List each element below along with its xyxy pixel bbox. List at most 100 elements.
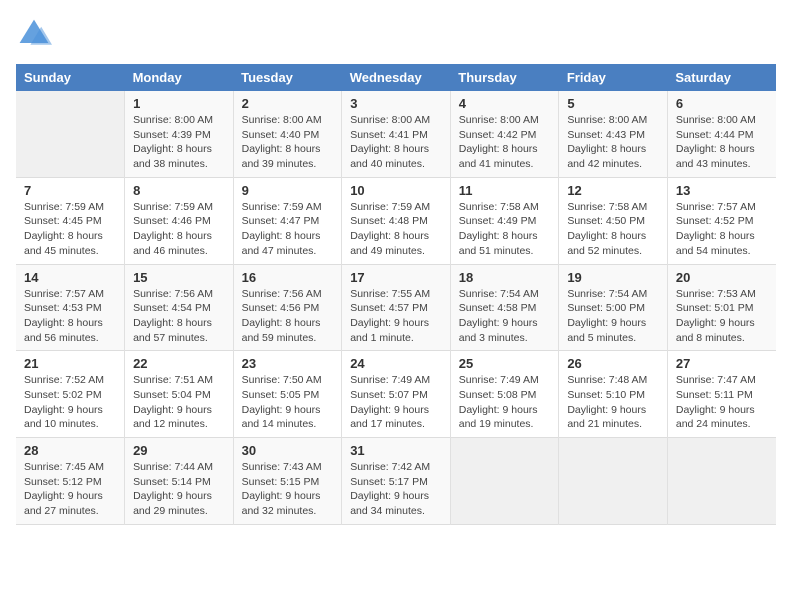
calendar-cell xyxy=(16,91,125,177)
calendar-cell: 27Sunrise: 7:47 AM Sunset: 5:11 PM Dayli… xyxy=(667,351,776,438)
weekday-header: Saturday xyxy=(667,64,776,91)
day-info: Sunrise: 7:44 AM Sunset: 5:14 PM Dayligh… xyxy=(133,460,225,519)
calendar-week-row: 1Sunrise: 8:00 AM Sunset: 4:39 PM Daylig… xyxy=(16,91,776,177)
calendar-cell: 21 Sunrise: 7:52 AM Sunset: 5:02 PM Dayli… xyxy=(16,351,125,438)
day-info: Sunrise: 8:00 AM Sunset: 4:41 PM Dayligh… xyxy=(350,113,442,172)
day-number: 12 xyxy=(567,183,659,198)
day-number: 8 xyxy=(133,183,225,198)
calendar-week-row: 21 Sunrise: 7:52 AM Sunset: 5:02 PM Dayli… xyxy=(16,351,776,438)
calendar-cell: 26 Sunrise: 7:48 AM Sunset: 5:10 PM Dayli… xyxy=(559,351,668,438)
calendar-cell: 12 Sunrise: 7:58 AM Sunset: 4:50 PM Dayli… xyxy=(559,177,668,264)
calendar-cell xyxy=(667,438,776,525)
day-info: Sunrise: 7:49 AM Sunset: 5:07 PM Dayligh… xyxy=(350,373,442,432)
day-info: Sunrise: 7:43 AM Sunset: 5:15 PM Dayligh… xyxy=(242,460,334,519)
calendar-cell: 5 Sunrise: 8:00 AM Sunset: 4:43 PM Daylig… xyxy=(559,91,668,177)
calendar-cell: 1Sunrise: 8:00 AM Sunset: 4:39 PM Daylig… xyxy=(125,91,234,177)
day-number: 1 xyxy=(133,96,225,111)
day-info: Sunrise: 7:54 AM Sunset: 4:58 PM Dayligh… xyxy=(459,287,551,346)
day-number: 3 xyxy=(350,96,442,111)
day-info: Sunrise: 7:56 AM Sunset: 4:56 PM Dayligh… xyxy=(242,287,334,346)
calendar-cell: 3 Sunrise: 8:00 AM Sunset: 4:41 PM Daylig… xyxy=(342,91,451,177)
calendar-cell: 28Sunrise: 7:45 AM Sunset: 5:12 PM Dayli… xyxy=(16,438,125,525)
calendar-cell: 20 Sunrise: 7:53 AM Sunset: 5:01 PM Dayli… xyxy=(667,264,776,351)
day-number: 27 xyxy=(676,356,768,371)
day-info: Sunrise: 8:00 AM Sunset: 4:40 PM Dayligh… xyxy=(242,113,334,172)
day-number: 14 xyxy=(24,270,116,285)
calendar-cell: 9 Sunrise: 7:59 AM Sunset: 4:47 PM Daylig… xyxy=(233,177,342,264)
calendar-cell: 31 Sunrise: 7:42 AM Sunset: 5:17 PM Dayli… xyxy=(342,438,451,525)
day-info: Sunrise: 7:56 AM Sunset: 4:54 PM Dayligh… xyxy=(133,287,225,346)
weekday-header: Monday xyxy=(125,64,234,91)
calendar-table: SundayMondayTuesdayWednesdayThursdayFrid… xyxy=(16,64,776,525)
page-header xyxy=(16,16,776,52)
day-number: 30 xyxy=(242,443,334,458)
day-number: 15 xyxy=(133,270,225,285)
weekday-header: Friday xyxy=(559,64,668,91)
day-info: Sunrise: 7:50 AM Sunset: 5:05 PM Dayligh… xyxy=(242,373,334,432)
calendar-cell xyxy=(559,438,668,525)
weekday-header-row: SundayMondayTuesdayWednesdayThursdayFrid… xyxy=(16,64,776,91)
calendar-cell: 10 Sunrise: 7:59 AM Sunset: 4:48 PM Dayli… xyxy=(342,177,451,264)
day-info: Sunrise: 8:00 AM Sunset: 4:43 PM Dayligh… xyxy=(567,113,659,172)
day-number: 5 xyxy=(567,96,659,111)
day-info: Sunrise: 8:00 AM Sunset: 4:42 PM Dayligh… xyxy=(459,113,551,172)
day-number: 25 xyxy=(459,356,551,371)
day-info: Sunrise: 7:42 AM Sunset: 5:17 PM Dayligh… xyxy=(350,460,442,519)
day-info: Sunrise: 7:51 AM Sunset: 5:04 PM Dayligh… xyxy=(133,373,225,432)
calendar-cell: 25 Sunrise: 7:49 AM Sunset: 5:08 PM Dayli… xyxy=(450,351,559,438)
calendar-cell: 23 Sunrise: 7:50 AM Sunset: 5:05 PM Dayli… xyxy=(233,351,342,438)
day-number: 10 xyxy=(350,183,442,198)
day-info: Sunrise: 7:53 AM Sunset: 5:01 PM Dayligh… xyxy=(676,287,768,346)
day-number: 6 xyxy=(676,96,768,111)
day-number: 31 xyxy=(350,443,442,458)
calendar-cell: 17Sunrise: 7:55 AM Sunset: 4:57 PM Dayli… xyxy=(342,264,451,351)
calendar-cell: 19Sunrise: 7:54 AM Sunset: 5:00 PM Dayli… xyxy=(559,264,668,351)
calendar-week-row: 7Sunrise: 7:59 AM Sunset: 4:45 PM Daylig… xyxy=(16,177,776,264)
calendar-cell: 8 Sunrise: 7:59 AM Sunset: 4:46 PM Daylig… xyxy=(125,177,234,264)
logo xyxy=(16,16,56,52)
day-number: 11 xyxy=(459,183,551,198)
calendar-cell: 6 Sunrise: 8:00 AM Sunset: 4:44 PM Daylig… xyxy=(667,91,776,177)
day-info: Sunrise: 7:58 AM Sunset: 4:49 PM Dayligh… xyxy=(459,200,551,259)
day-info: Sunrise: 7:58 AM Sunset: 4:50 PM Dayligh… xyxy=(567,200,659,259)
weekday-header: Tuesday xyxy=(233,64,342,91)
calendar-cell: 18 Sunrise: 7:54 AM Sunset: 4:58 PM Dayli… xyxy=(450,264,559,351)
day-info: Sunrise: 7:59 AM Sunset: 4:46 PM Dayligh… xyxy=(133,200,225,259)
day-number: 23 xyxy=(242,356,334,371)
calendar-week-row: 14 Sunrise: 7:57 AM Sunset: 4:53 PM Dayli… xyxy=(16,264,776,351)
day-info: Sunrise: 8:00 AM Sunset: 4:44 PM Dayligh… xyxy=(676,113,768,172)
day-info: Sunrise: 7:59 AM Sunset: 4:45 PM Dayligh… xyxy=(24,200,116,259)
day-info: Sunrise: 7:49 AM Sunset: 5:08 PM Dayligh… xyxy=(459,373,551,432)
day-number: 26 xyxy=(567,356,659,371)
day-info: Sunrise: 7:48 AM Sunset: 5:10 PM Dayligh… xyxy=(567,373,659,432)
day-number: 18 xyxy=(459,270,551,285)
day-number: 16 xyxy=(242,270,334,285)
calendar-cell: 13 Sunrise: 7:57 AM Sunset: 4:52 PM Dayli… xyxy=(667,177,776,264)
day-number: 29 xyxy=(133,443,225,458)
day-info: Sunrise: 7:59 AM Sunset: 4:47 PM Dayligh… xyxy=(242,200,334,259)
day-number: 19 xyxy=(567,270,659,285)
logo-icon xyxy=(16,16,52,52)
calendar-cell xyxy=(450,438,559,525)
day-number: 4 xyxy=(459,96,551,111)
day-info: Sunrise: 7:45 AM Sunset: 5:12 PM Dayligh… xyxy=(24,460,116,519)
calendar-cell: 4 Sunrise: 8:00 AM Sunset: 4:42 PM Daylig… xyxy=(450,91,559,177)
calendar-cell: 22Sunrise: 7:51 AM Sunset: 5:04 PM Dayli… xyxy=(125,351,234,438)
weekday-header: Wednesday xyxy=(342,64,451,91)
day-info: Sunrise: 7:57 AM Sunset: 4:52 PM Dayligh… xyxy=(676,200,768,259)
day-info: Sunrise: 7:52 AM Sunset: 5:02 PM Dayligh… xyxy=(24,373,116,432)
calendar-cell: 16 Sunrise: 7:56 AM Sunset: 4:56 PM Dayli… xyxy=(233,264,342,351)
day-number: 9 xyxy=(242,183,334,198)
day-number: 13 xyxy=(676,183,768,198)
day-number: 21 xyxy=(24,356,116,371)
day-info: Sunrise: 7:57 AM Sunset: 4:53 PM Dayligh… xyxy=(24,287,116,346)
calendar-cell: 2 Sunrise: 8:00 AM Sunset: 4:40 PM Daylig… xyxy=(233,91,342,177)
day-number: 24 xyxy=(350,356,442,371)
day-number: 20 xyxy=(676,270,768,285)
day-number: 17 xyxy=(350,270,442,285)
day-info: Sunrise: 7:59 AM Sunset: 4:48 PM Dayligh… xyxy=(350,200,442,259)
calendar-cell: 11 Sunrise: 7:58 AM Sunset: 4:49 PM Dayli… xyxy=(450,177,559,264)
calendar-cell: 29 Sunrise: 7:44 AM Sunset: 5:14 PM Dayli… xyxy=(125,438,234,525)
day-number: 2 xyxy=(242,96,334,111)
calendar-cell: 30 Sunrise: 7:43 AM Sunset: 5:15 PM Dayli… xyxy=(233,438,342,525)
